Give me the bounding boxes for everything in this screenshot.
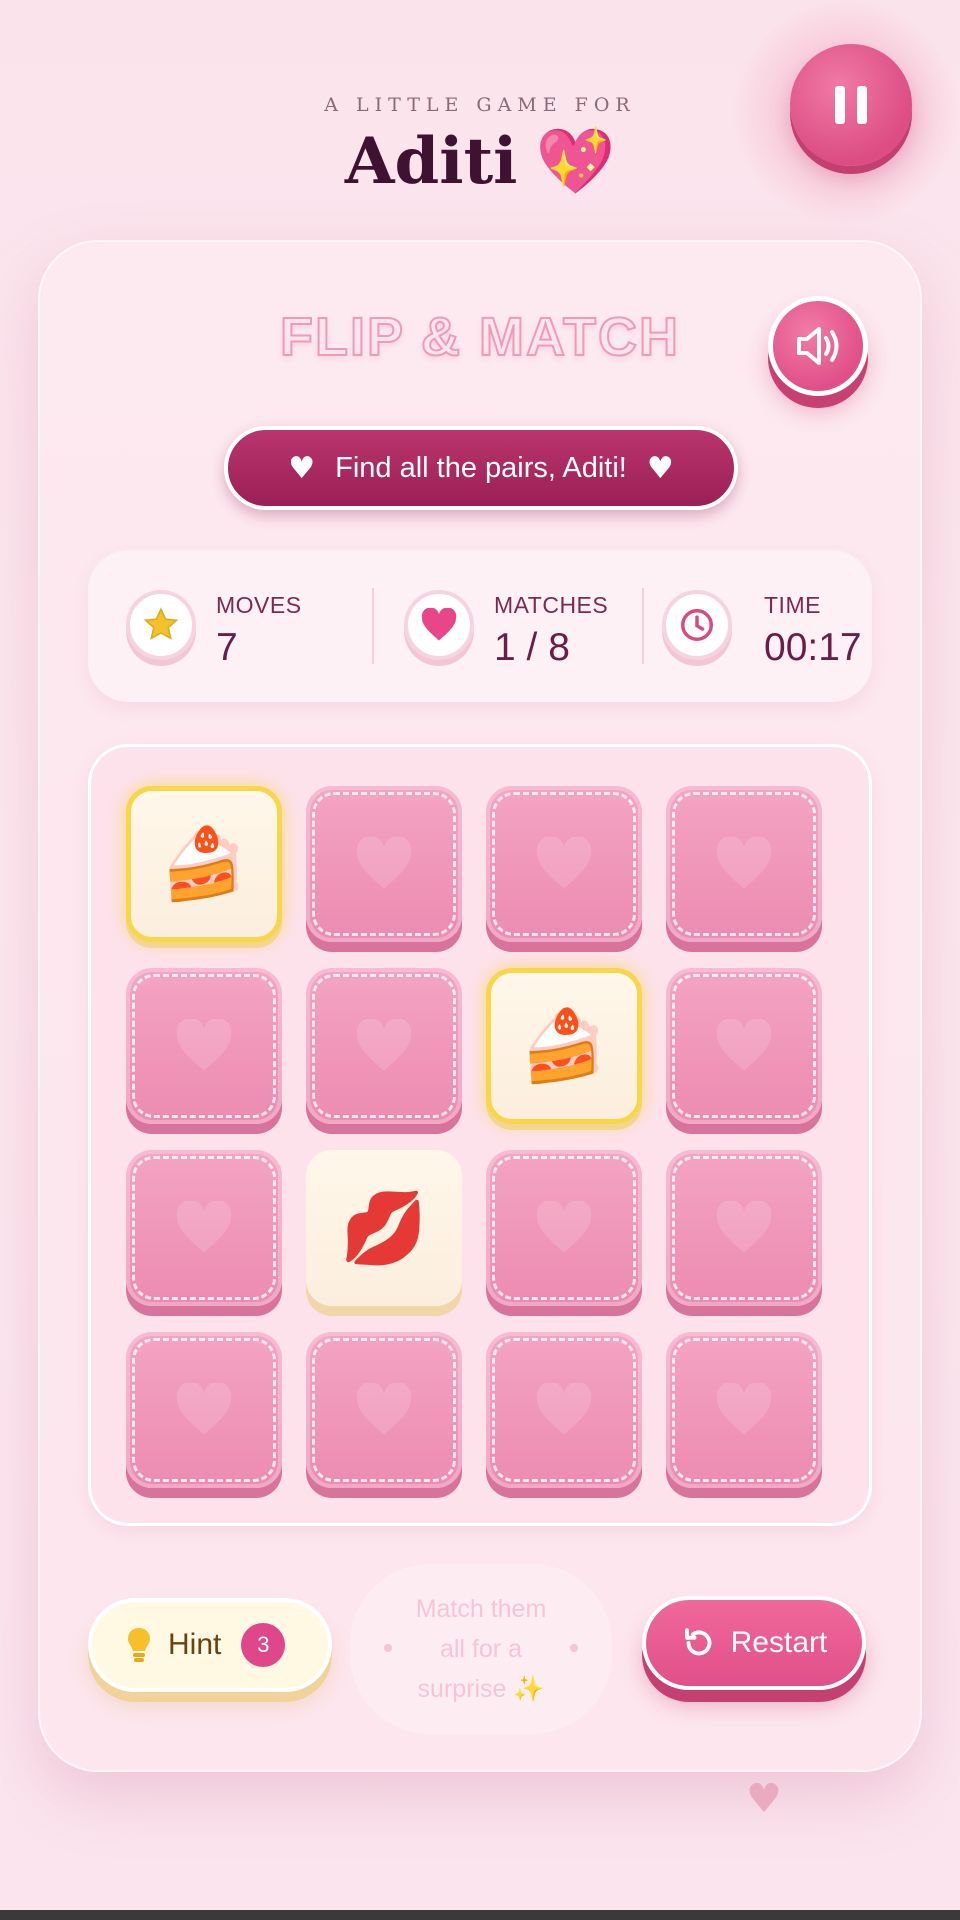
moves-label: MOVES [216,592,302,618]
moves-value: 7 [216,626,238,669]
heart-icon [126,1332,282,1488]
memory-card-face-up[interactable]: 💋 [306,1150,462,1306]
header-title: Aditi 💖 [0,124,960,199]
time-label: TIME [764,592,821,618]
heart-icon: ♥ [288,450,316,486]
heart-icon [306,786,462,942]
hint-label: Hint [168,1628,222,1661]
hint-count-badge: 3 [241,1623,286,1667]
heart-icon: ♥ [646,450,674,486]
heart-icon [486,786,642,942]
heart-icon [126,968,282,1124]
banner-text: Find all the pairs, Aditi! [335,451,627,484]
cake-icon: 🍰 [520,1004,608,1087]
speaker-icon [797,327,839,365]
sparkling-heart-icon: 💖 [535,124,616,199]
stat-matches: MATCHES 1 / 8 [368,550,628,702]
surprise-note: Match them all for a surprise ✨ [350,1564,612,1734]
floating-heart-icon: ♥ [746,1776,782,1822]
kiss-mark-icon: 💋 [340,1186,428,1269]
memory-card-face-down[interactable] [126,968,282,1124]
memory-card-face-down[interactable] [666,1150,822,1306]
memory-card-face-down[interactable] [306,968,462,1124]
header-subtitle: A LITTLE GAME FOR [324,94,636,116]
note-dot [384,1644,392,1652]
matches-label: MATCHES [494,592,609,618]
memory-card-face-down[interactable] [666,1332,822,1488]
system-navigation-bar [0,1910,960,1920]
restart-icon [684,1628,712,1656]
heart-icon [486,1150,642,1306]
memory-card-face-down[interactable] [306,1332,462,1488]
memory-card-face-up[interactable]: 🍰 [486,968,642,1124]
heart-icon [666,968,822,1124]
heart-icon [666,786,822,942]
card-grid: 🍰 🍰 💋 [88,744,872,1526]
memory-card-face-up[interactable]: 🍰 [126,786,282,942]
restart-button[interactable]: Restart [642,1596,866,1690]
heart-icon [126,1150,282,1306]
memory-card-face-down[interactable] [486,1332,642,1488]
heart-icon [306,968,462,1124]
sound-toggle-button[interactable] [768,296,868,396]
heart-icon [306,1332,462,1488]
surprise-note-text: Match them all for a surprise ✨ [415,1595,547,1703]
restart-label: Restart [730,1626,828,1659]
stat-time: TIME 00:17 [638,550,872,702]
clock-icon [662,590,732,660]
star-icon [126,590,196,660]
heart-icon [404,590,474,660]
lightbulb-icon [128,1628,150,1662]
note-dot [570,1644,578,1652]
memory-card-face-down[interactable] [666,786,822,942]
memory-card-face-down[interactable] [486,1150,642,1306]
matches-value: 1 / 8 [494,626,570,669]
cake-icon: 🍰 [160,822,248,905]
memory-card-face-down[interactable] [126,1150,282,1306]
player-name: Aditi [344,124,518,199]
memory-card-face-down[interactable] [666,968,822,1124]
instruction-banner: ♥ Find all the pairs, Aditi! ♥ [224,426,738,510]
stat-moves: MOVES 7 [88,550,328,702]
memory-card-face-down[interactable] [486,786,642,942]
stats-panel: MOVES 7 MATCHES 1 / 8 TIME 00:17 [88,550,872,702]
heart-icon [666,1332,822,1488]
memory-card-face-down[interactable] [126,1332,282,1488]
heart-icon [666,1150,822,1306]
time-value: 00:17 [764,626,862,669]
memory-card-face-down[interactable] [306,786,462,942]
game-card: FLIP & MATCH ♥ Find all the pairs, Aditi… [38,240,922,1772]
heart-icon [486,1332,642,1488]
hint-button[interactable]: Hint 3 [88,1598,332,1692]
